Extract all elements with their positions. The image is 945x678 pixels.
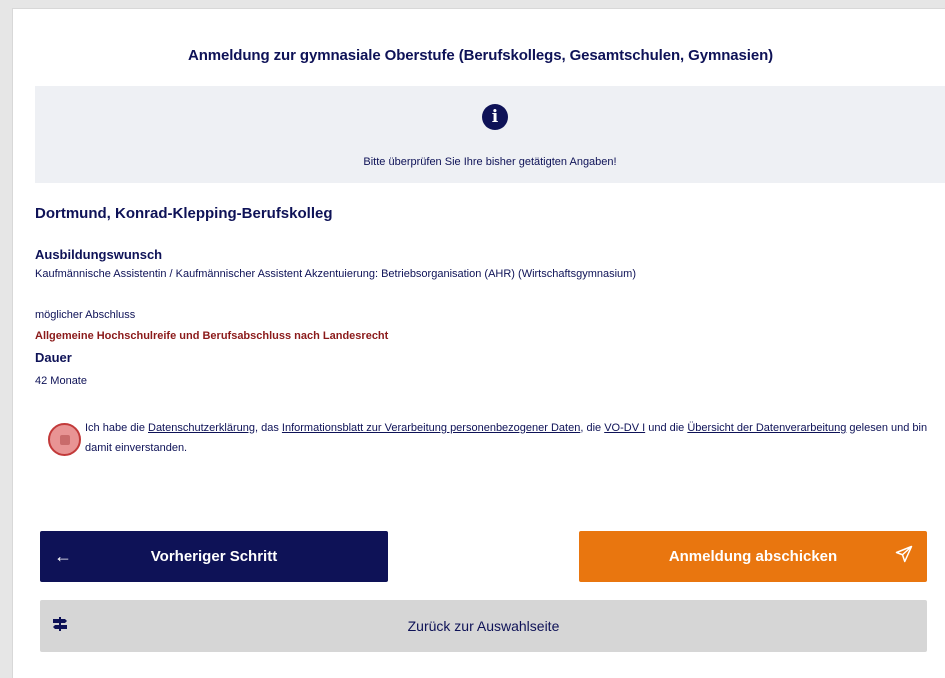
consent-text-part: , die (580, 422, 605, 434)
signpost-icon (52, 616, 68, 637)
school-name: Dortmund, Konrad-Klepping-Berufskolleg (35, 205, 333, 222)
consent-text: Ich habe die Datenschutzerklärung, das I… (85, 418, 943, 458)
ausbildung-label: Ausbildungswunsch (35, 247, 163, 262)
abschluss-label: möglicher Abschluss (35, 309, 136, 321)
abschluss-value: Allgemeine Hochschulreife und Berufsabsc… (35, 330, 389, 342)
info-box: i Bitte überprüfen Sie Ihre bisher getät… (35, 86, 945, 183)
info-icon: i (482, 104, 508, 130)
back-to-selection-label: Zurück zur Auswahlseite (407, 618, 560, 634)
registration-panel: Anmeldung zur gymnasiale Oberstufe (Beru… (12, 8, 945, 678)
ausbildung-value: Kaufmännische Assistentin / Kaufmännisch… (35, 268, 636, 280)
informationsblatt-link[interactable]: Informationsblatt zur Verarbeitung perso… (282, 422, 580, 434)
page-title: Anmeldung zur gymnasiale Oberstufe (Beru… (187, 47, 774, 64)
consent-text-part: , das (255, 422, 282, 434)
datenverarbeitung-link[interactable]: Übersicht der Datenverarbeitung (687, 422, 846, 434)
vo-dv-link[interactable]: VO-DV I (604, 422, 645, 434)
arrow-left-icon: ← (54, 546, 72, 566)
submit-registration-button[interactable]: Anmeldung abschicken (579, 531, 927, 582)
consent-text-part: Ich habe die (85, 422, 148, 434)
info-message: Bitte überprüfen Sie Ihre bisher getätig… (363, 156, 617, 168)
paper-plane-icon (895, 545, 913, 568)
datenschutz-link[interactable]: Datenschutzerklärung (148, 422, 255, 434)
dauer-label: Dauer (35, 350, 72, 365)
checkbox-checkmark-icon (60, 435, 70, 445)
consent-text-part: und die (645, 422, 688, 434)
previous-step-button[interactable]: ← Vorheriger Schritt (40, 531, 388, 582)
back-to-selection-button[interactable]: Zurück zur Auswahlseite (40, 600, 927, 652)
previous-step-label: Vorheriger Schritt (150, 548, 278, 565)
consent-checkbox[interactable] (48, 423, 81, 456)
submit-registration-label: Anmeldung abschicken (668, 548, 838, 565)
dauer-value: 42 Monate (35, 375, 87, 387)
